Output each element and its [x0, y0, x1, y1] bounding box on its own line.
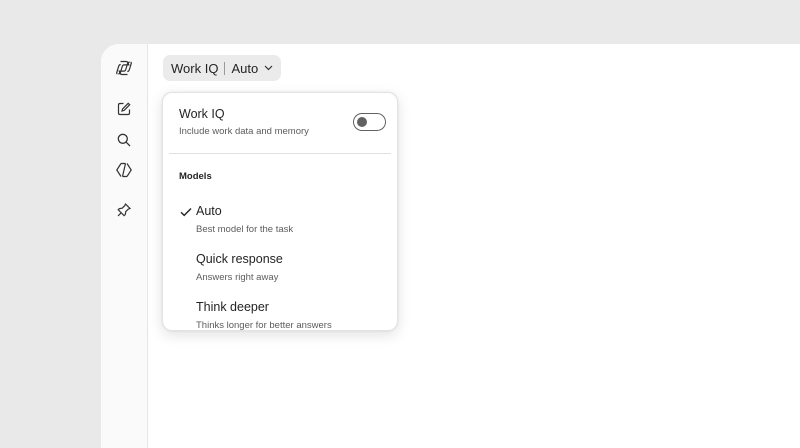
model-description: Thinks longer for better answers — [196, 320, 332, 331]
toggle-knob — [357, 117, 367, 127]
models-heading: Models — [179, 171, 212, 182]
selected-model-label: Auto — [231, 60, 259, 76]
sidebar — [101, 44, 148, 448]
work-iq-description: Include work data and memory — [179, 126, 309, 137]
model-picker-button[interactable]: Work IQ Auto — [163, 55, 282, 81]
chevron-down-icon — [264, 65, 273, 71]
work-iq-row: Work IQ Include work data and memory — [163, 93, 397, 153]
model-option-think-deeper[interactable]: Think deeper Thinks longer for better an… — [163, 293, 397, 339]
new-chat-icon[interactable] — [113, 98, 135, 120]
search-icon[interactable] — [113, 129, 135, 151]
model-description: Best model for the task — [196, 224, 294, 235]
model-description: Answers right away — [196, 272, 279, 283]
work-iq-toggle[interactable] — [353, 113, 386, 131]
pin-icon[interactable] — [113, 199, 135, 221]
model-dropdown-menu: Work IQ Include work data and memory Mod… — [162, 92, 398, 331]
model-name: Quick response — [196, 252, 283, 266]
model-name: Think deeper — [196, 300, 269, 314]
menu-divider — [169, 153, 391, 154]
model-option-auto[interactable]: Auto Best model for the task — [163, 197, 397, 243]
work-iq-title: Work IQ — [179, 107, 225, 121]
picker-separator — [224, 61, 226, 75]
copilot-logo-icon[interactable] — [113, 57, 135, 79]
agents-icon[interactable] — [113, 159, 135, 181]
model-option-quick-response[interactable]: Quick response Answers right away — [163, 245, 397, 291]
checkmark-icon — [180, 208, 192, 217]
model-name: Auto — [196, 204, 222, 218]
mode-label: Work IQ — [171, 60, 219, 76]
